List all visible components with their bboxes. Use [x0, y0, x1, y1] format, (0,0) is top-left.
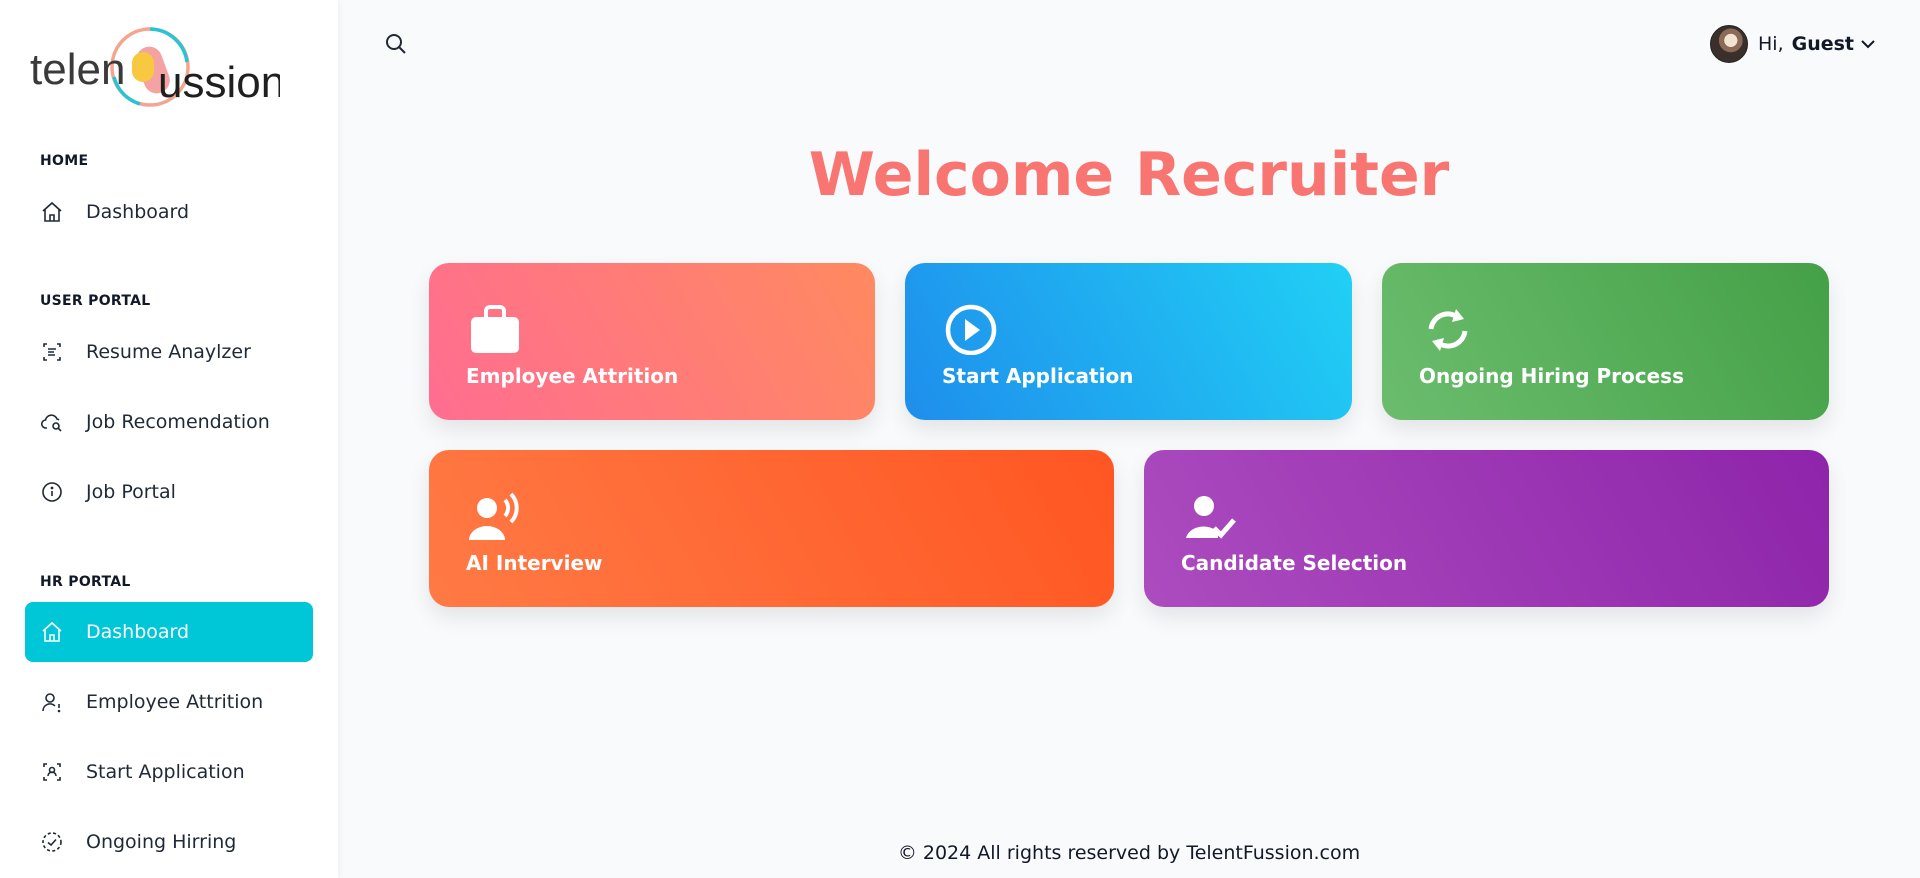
user-alert-icon	[39, 689, 65, 715]
card-title: Ongoing Hiring Process	[1419, 364, 1684, 388]
section-label-hr-portal: HR PORTAL	[40, 574, 131, 590]
search-icon	[386, 34, 406, 54]
card-title: AI Interview	[466, 551, 603, 575]
svg-text:ussion: ussion	[158, 58, 280, 107]
home-icon	[39, 199, 65, 225]
sidebar: telen ussion HOME Dashboard USER PORTAL …	[0, 0, 338, 878]
card-title: Employee Attrition	[466, 364, 679, 388]
card-title: Candidate Selection	[1181, 551, 1408, 575]
telenfussion-logo[interactable]: telen ussion	[30, 22, 285, 112]
sidebar-item-home-dashboard[interactable]: Dashboard	[25, 182, 313, 242]
sidebar-item-job-portal[interactable]: Job Portal	[25, 462, 313, 522]
sidebar-item-label: Resume Anaylzer	[86, 341, 251, 363]
info-icon	[39, 479, 65, 505]
card-candidate-selection[interactable]: Candidate Selection	[1144, 450, 1829, 607]
sidebar-item-employee-attrition[interactable]: Employee Attrition	[25, 672, 313, 732]
sidebar-item-job-recommendation[interactable]: Job Recomendation	[25, 392, 313, 452]
card-employee-attrition[interactable]: Employee Attrition	[429, 263, 875, 420]
refresh-icon	[1428, 309, 1468, 351]
user-name: Guest	[1791, 33, 1855, 55]
dashed-check-circle-icon	[39, 829, 65, 855]
sidebar-item-label: Start Application	[86, 761, 245, 783]
footer-copyright: © 2024 All rights reserved by TelentFuss…	[897, 842, 1361, 864]
page-title: Welcome Recruiter	[808, 140, 1450, 210]
card-ai-interview[interactable]: AI Interview	[429, 450, 1114, 607]
avatar[interactable]	[1710, 25, 1748, 63]
sidebar-item-label: Job Recomendation	[86, 411, 270, 433]
sidebar-item-label: Dashboard	[86, 621, 190, 643]
user-menu[interactable]: Hi, Guest	[1710, 24, 1876, 64]
sidebar-item-resume-analyzer[interactable]: Resume Anaylzer	[25, 322, 313, 382]
section-label-home: HOME	[40, 153, 89, 169]
sidebar-item-ongoing-hiring[interactable]: Ongoing Hirring	[25, 812, 313, 872]
sidebar-item-label: Ongoing Hirring	[86, 831, 237, 853]
briefcase-icon	[471, 305, 519, 353]
card-title: Start Application	[942, 364, 1134, 388]
cloud-search-icon	[39, 409, 65, 435]
chevron-down-icon[interactable]	[1860, 36, 1876, 52]
greeting-text: Hi,	[1758, 33, 1784, 55]
card-ongoing-hiring-process[interactable]: Ongoing Hiring Process	[1382, 263, 1829, 420]
sidebar-item-label: Employee Attrition	[86, 691, 264, 713]
sidebar-item-label: Job Portal	[86, 481, 176, 503]
play-circle-icon	[945, 304, 997, 355]
card-start-application[interactable]: Start Application	[905, 263, 1352, 420]
scan-text-icon	[39, 339, 65, 365]
svg-text:telen: telen	[30, 45, 125, 94]
scan-user-icon	[39, 759, 65, 785]
search-button[interactable]	[382, 30, 410, 58]
user-voice-icon	[469, 492, 519, 540]
sidebar-item-start-application[interactable]: Start Application	[25, 742, 313, 802]
sidebar-item-hr-dashboard[interactable]: Dashboard	[25, 602, 313, 662]
section-label-user-portal: USER PORTAL	[40, 293, 151, 309]
user-check-icon	[1186, 496, 1236, 539]
sidebar-item-label: Dashboard	[86, 201, 190, 223]
home-icon	[39, 619, 65, 645]
